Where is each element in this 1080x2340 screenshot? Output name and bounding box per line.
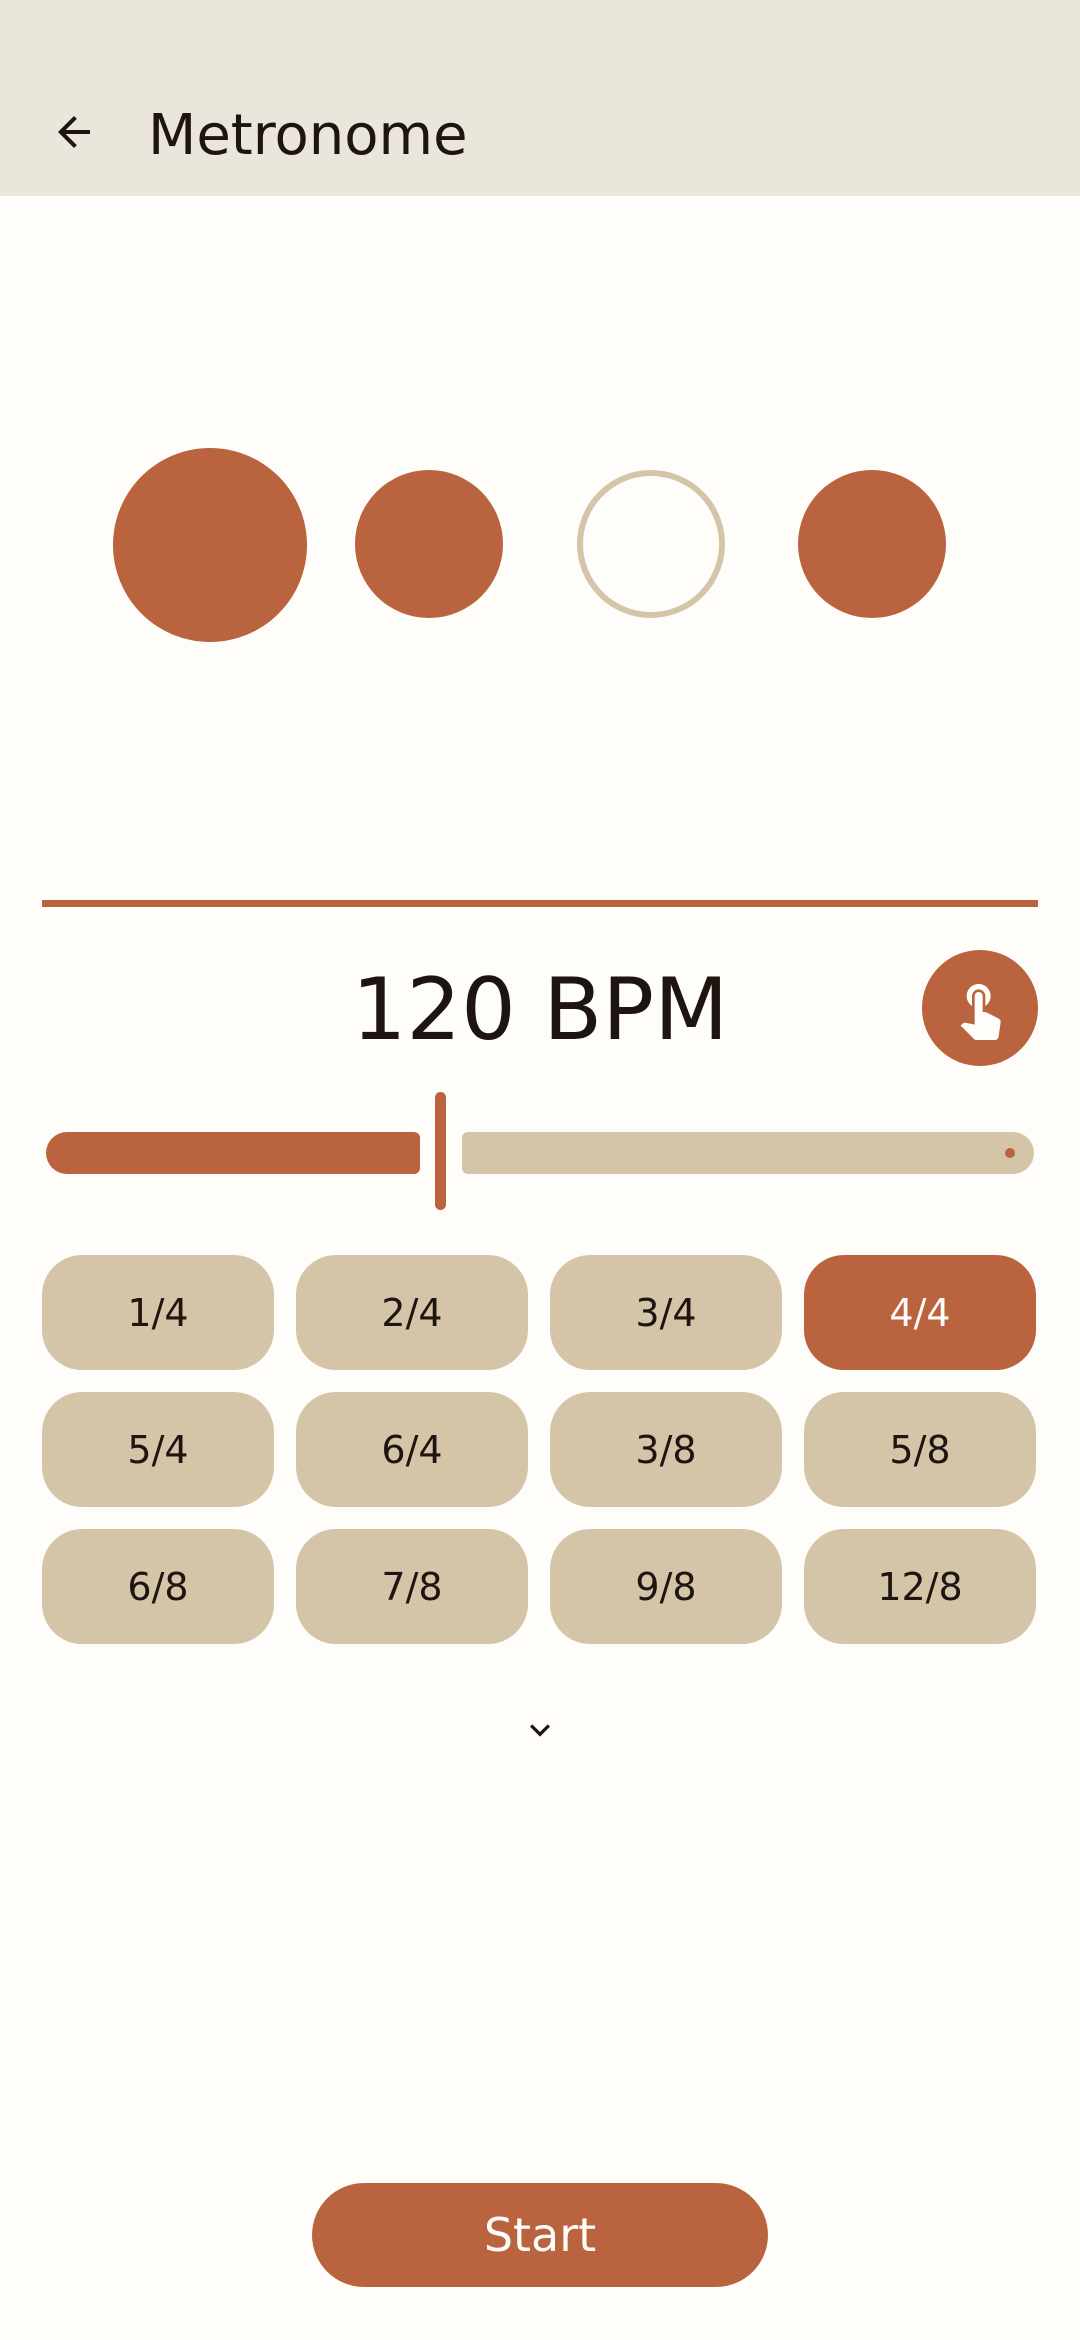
slider-thumb[interactable]	[435, 1092, 446, 1210]
beat-indicator-4[interactable]	[798, 470, 946, 618]
beat-indicator-3[interactable]	[577, 470, 725, 618]
time-signature-5-8[interactable]: 5/8	[804, 1392, 1036, 1507]
time-signature-3-4[interactable]: 3/4	[550, 1255, 782, 1370]
tempo-slider[interactable]	[46, 1092, 1034, 1210]
arrow-left-icon	[58, 116, 90, 148]
page-title: Metronome	[148, 103, 468, 168]
chevron-down-icon	[530, 1724, 550, 1737]
tap-hand-icon	[960, 984, 1001, 1040]
expand-button[interactable]	[510, 1704, 570, 1756]
time-signature-6-8[interactable]: 6/8	[42, 1529, 274, 1644]
back-button[interactable]	[40, 98, 108, 166]
time-signature-2-4[interactable]: 2/4	[296, 1255, 528, 1370]
time-signature-3-8[interactable]: 3/8	[550, 1392, 782, 1507]
beat-indicator-1[interactable]	[113, 448, 307, 642]
time-signature-12-8[interactable]: 12/8	[804, 1529, 1036, 1644]
app-bar: Metronome	[0, 0, 1080, 196]
slider-stop-indicator	[1005, 1148, 1015, 1158]
time-signature-9-8[interactable]: 9/8	[550, 1529, 782, 1644]
divider	[42, 900, 1038, 907]
slider-active-track	[46, 1132, 420, 1174]
start-button[interactable]: Start	[312, 2183, 768, 2287]
tap-tempo-button[interactable]	[922, 950, 1038, 1066]
beat-indicators	[0, 448, 1080, 642]
time-signature-6-4[interactable]: 6/4	[296, 1392, 528, 1507]
bpm-readout: 120 BPM	[351, 960, 729, 1060]
time-signature-1-4[interactable]: 1/4	[42, 1255, 274, 1370]
time-signature-7-8[interactable]: 7/8	[296, 1529, 528, 1644]
time-signature-4-4[interactable]: 4/4	[804, 1255, 1036, 1370]
time-signature-grid: 1/4 2/4 3/4 4/4 5/4 6/4 3/8 5/8 6/8 7/8 …	[42, 1255, 1038, 1644]
time-signature-5-4[interactable]: 5/4	[42, 1392, 274, 1507]
slider-inactive-track	[462, 1132, 1034, 1174]
beat-indicator-2[interactable]	[355, 470, 503, 618]
